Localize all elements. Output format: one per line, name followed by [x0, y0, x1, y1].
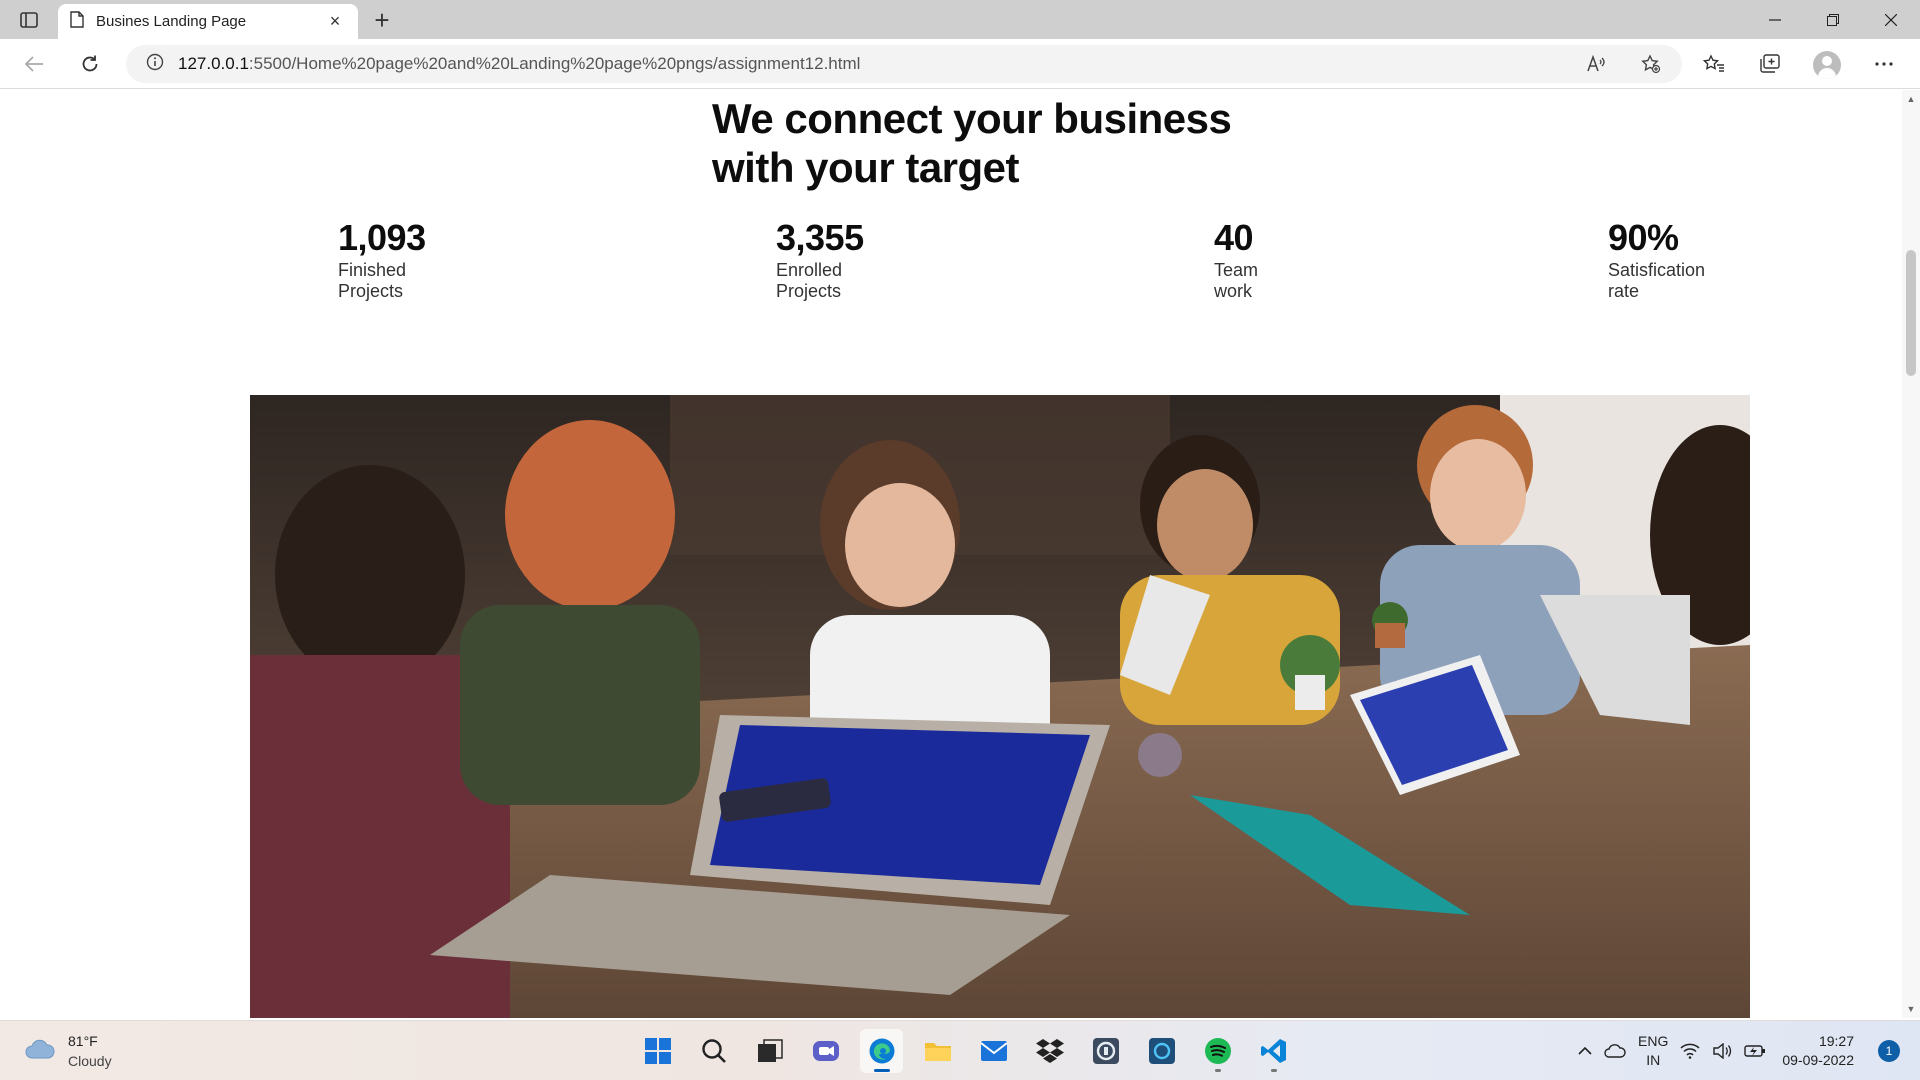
headline-line-1: We connect your business — [712, 95, 1232, 142]
browser-toolbar: 127.0.0.1:5500/Home%20page%20and%20Landi… — [0, 39, 1920, 89]
spotify-icon[interactable] — [1196, 1029, 1239, 1073]
tab-title: Busines Landing Page — [96, 13, 247, 30]
stat-team-work: 40 Team work — [1214, 218, 1334, 302]
collections-icon[interactable] — [1756, 50, 1784, 78]
clock[interactable]: 19:27 09-09-2022 — [1782, 1032, 1854, 1070]
stat-finished-projects: 1,093 Finished Projects — [338, 218, 458, 302]
vscode-icon[interactable] — [1252, 1029, 1295, 1073]
vertical-scrollbar[interactable]: ▲ ▼ — [1902, 90, 1920, 1018]
weather-condition: Cloudy — [68, 1053, 112, 1069]
stat-enrolled-projects: 3,355 Enrolled Projects — [776, 218, 896, 302]
system-tray: ENG IN 19:27 09-09-2022 1 — [1572, 1029, 1900, 1073]
team-meeting-photo — [250, 395, 1750, 1018]
stat-label: Enrolled Projects — [776, 260, 843, 301]
stat-value: 90% — [1608, 217, 1679, 258]
volume-icon[interactable] — [1712, 1043, 1732, 1059]
read-aloud-icon[interactable] — [1586, 54, 1606, 74]
mail-icon[interactable] — [972, 1029, 1015, 1073]
add-favorite-icon[interactable] — [1641, 54, 1661, 74]
more-options-icon[interactable] — [1870, 50, 1898, 78]
stat-value: 1,093 — [338, 217, 426, 258]
url-host: 127.0.0.1 — [178, 54, 249, 73]
restore-icon[interactable] — [1804, 0, 1862, 39]
url-path: :5500/Home%20page%20and%20Landing%20page… — [248, 54, 861, 73]
clock-time: 19:27 — [1818, 1033, 1854, 1049]
refresh-icon[interactable] — [74, 48, 106, 80]
address-bar[interactable]: 127.0.0.1:5500/Home%20page%20and%20Landi… — [126, 45, 1682, 83]
clock-date: 09-09-2022 — [1782, 1052, 1854, 1068]
task-view-icon[interactable] — [748, 1029, 791, 1073]
windows-taskbar: 81°F Cloudy ENG IN 19:27 09-09-2022 1 — [0, 1020, 1920, 1080]
window-controls — [1746, 0, 1920, 39]
profile-avatar[interactable] — [1813, 51, 1841, 79]
wifi-icon[interactable] — [1680, 1043, 1700, 1059]
weather-text: 81°F Cloudy — [68, 1031, 112, 1071]
file-explorer-icon[interactable] — [916, 1029, 959, 1073]
stat-value: 3,355 — [776, 217, 864, 258]
stat-label: Satisfication rate — [1608, 260, 1706, 301]
url-text: 127.0.0.1:5500/Home%20page%20and%20Landi… — [178, 54, 860, 74]
back-icon[interactable] — [18, 48, 50, 80]
close-tab-icon[interactable]: × — [324, 11, 346, 33]
chevron-up-icon[interactable] — [1578, 1046, 1592, 1056]
battery-charging-icon[interactable] — [1744, 1044, 1766, 1058]
favorites-icon[interactable] — [1700, 50, 1728, 78]
stat-satisfaction-rate: 90% Satisfication rate — [1608, 218, 1728, 302]
scroll-up-icon[interactable]: ▲ — [1906, 94, 1916, 104]
weather-temp: 81°F — [68, 1033, 98, 1049]
app-icon[interactable] — [1084, 1029, 1127, 1073]
site-info-icon[interactable] — [146, 53, 164, 76]
taskbar-apps — [636, 1029, 1295, 1073]
stat-value: 40 — [1214, 217, 1254, 258]
browser-tab-bar: Busines Landing Page × + — [0, 0, 1920, 39]
browser-tab[interactable]: Busines Landing Page × — [58, 4, 358, 39]
edge-icon[interactable] — [860, 1029, 903, 1073]
start-icon[interactable] — [636, 1029, 679, 1073]
stat-label: Finished Projects — [338, 260, 407, 301]
cortana-icon[interactable] — [1140, 1029, 1183, 1073]
scroll-down-icon[interactable]: ▼ — [1906, 1004, 1916, 1014]
new-tab-button[interactable]: + — [368, 5, 396, 35]
close-window-icon[interactable] — [1862, 0, 1920, 39]
page-headline: We connect your business with your targe… — [712, 94, 1232, 192]
scroll-thumb[interactable] — [1906, 250, 1916, 376]
search-icon[interactable] — [692, 1029, 735, 1073]
notification-badge[interactable]: 1 — [1878, 1040, 1900, 1062]
onedrive-cloud-icon[interactable] — [1604, 1044, 1626, 1058]
page-document-icon — [70, 10, 84, 33]
headline-line-2: with your target — [712, 144, 1020, 191]
page-viewport: We connect your business with your targe… — [0, 90, 1902, 1018]
stat-label: Team work — [1214, 260, 1259, 301]
weather-widget[interactable]: 81°F Cloudy — [24, 1031, 112, 1071]
cloud-icon — [24, 1038, 56, 1065]
language-indicator[interactable]: ENG IN — [1638, 1032, 1668, 1070]
teams-chat-icon[interactable] — [804, 1029, 847, 1073]
dropbox-icon[interactable] — [1028, 1029, 1071, 1073]
minimize-icon[interactable] — [1746, 0, 1804, 39]
tab-actions-icon[interactable] — [14, 8, 44, 32]
